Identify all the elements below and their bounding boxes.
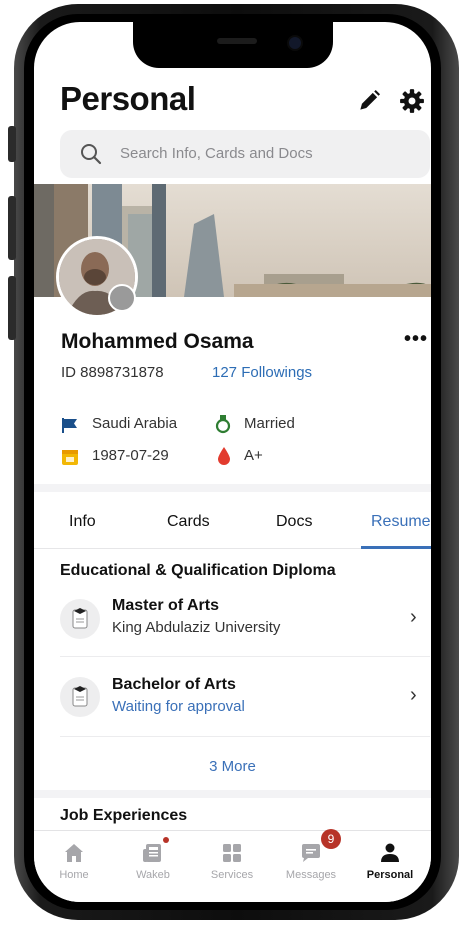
diploma-icon — [60, 677, 100, 717]
blood-drop-icon — [218, 447, 230, 465]
diploma-icon — [60, 599, 100, 639]
education-section-title: Educational & Qualification Diploma — [60, 562, 336, 579]
section-divider — [34, 790, 431, 798]
unread-badge: 9 — [321, 829, 341, 849]
rings-icon — [215, 415, 231, 434]
tabbar-label: Wakeb — [136, 869, 170, 881]
show-more-link[interactable]: 3 More — [34, 758, 431, 775]
home-icon — [65, 844, 83, 862]
calendar-icon — [62, 450, 78, 465]
tabbar-label: Messages — [285, 869, 337, 881]
profile-name: Mohammed Osama — [61, 330, 254, 353]
tab-cards[interactable]: Cards — [167, 513, 210, 531]
more-options-icon[interactable]: ••• — [404, 328, 428, 351]
row-divider — [60, 736, 430, 737]
tab-info[interactable]: Info — [69, 513, 96, 531]
grid-icon — [223, 844, 241, 862]
active-tab-indicator — [361, 546, 431, 549]
search-bar[interactable]: Search Info, Cards and Docs — [60, 130, 430, 178]
tabbar-label: Personal — [366, 869, 414, 881]
speaker — [217, 38, 257, 44]
followings-link[interactable]: 127 Followings — [212, 364, 312, 381]
bottom-tab-bar: Home Wakeb Services 9 Messages Personal — [34, 829, 431, 902]
camera-badge-icon[interactable] — [108, 284, 136, 312]
front-camera — [287, 35, 303, 51]
search-placeholder: Search Info, Cards and Docs — [120, 145, 313, 162]
person-icon — [381, 843, 399, 862]
blood-type-value: A+ — [244, 447, 263, 464]
tab-docs[interactable]: Docs — [276, 513, 312, 531]
chevron-right-icon: › — [410, 684, 417, 706]
country-value: Saudi Arabia — [92, 415, 178, 432]
tabbar-label: Home — [59, 869, 89, 881]
marital-status-value: Married — [244, 415, 295, 432]
volume-down-button — [8, 276, 16, 340]
screen: Personal Search Info, Cards and Docs Moh… — [34, 22, 431, 902]
job-section-title: Job Experiences — [60, 807, 188, 824]
pencil-icon[interactable] — [356, 88, 382, 114]
search-icon — [81, 144, 102, 165]
birth-date-value: 1987-07-29 — [92, 447, 169, 464]
flag-icon — [62, 418, 77, 433]
volume-up-button — [8, 196, 16, 260]
id-label: ID — [61, 364, 76, 381]
gear-icon[interactable] — [399, 88, 425, 114]
silent-switch — [8, 126, 16, 162]
tabbar-label: Services — [210, 869, 254, 881]
list-item-title: Master of Arts — [112, 597, 219, 614]
chat-icon — [302, 844, 320, 862]
notch — [133, 22, 333, 68]
chevron-right-icon: › — [410, 606, 417, 628]
profile-id: ID 8898731878 — [61, 364, 164, 381]
newspaper-icon — [143, 844, 161, 862]
section-divider — [34, 484, 431, 492]
tab-resume[interactable]: Resume — [371, 513, 431, 531]
notification-dot — [163, 837, 169, 843]
row-divider — [60, 656, 430, 657]
list-item-subtitle: King Abdulaziz University — [112, 619, 281, 636]
id-value: 8898731878 — [80, 364, 164, 381]
list-item-title: Bachelor of Arts — [112, 676, 236, 693]
list-item-status: Waiting for approval — [112, 698, 245, 715]
page-title: Personal — [60, 80, 196, 117]
